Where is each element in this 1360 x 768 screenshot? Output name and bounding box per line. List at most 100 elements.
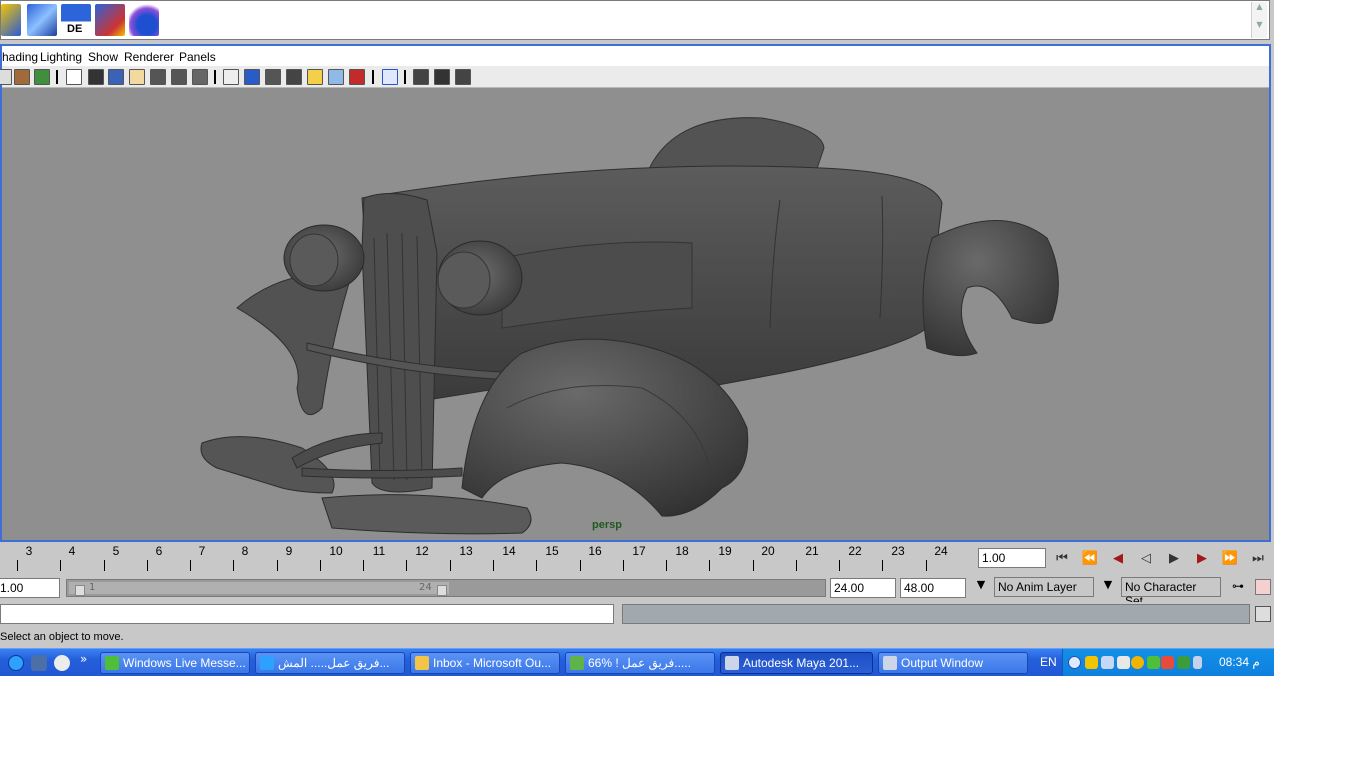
safe-action-icon[interactable]: [171, 69, 187, 85]
task-label: Output Window: [901, 656, 984, 670]
current-time-field[interactable]: [978, 548, 1046, 568]
range-end-field[interactable]: [830, 578, 896, 598]
go-to-end-icon[interactable]: ⏭: [1246, 548, 1270, 570]
tray-messenger-icon[interactable]: [1085, 656, 1098, 669]
task-download-progress[interactable]: 66% ! فريق عمل.....: [565, 652, 715, 674]
task-ie-forum[interactable]: فريق عمل..... المش...: [255, 652, 405, 674]
range-bar[interactable]: 1 24: [69, 582, 449, 596]
play-forwards-icon[interactable]: ▶: [1162, 548, 1186, 570]
step-forward-key-icon[interactable]: ⏩: [1218, 548, 1242, 570]
task-windows-live-messenger[interactable]: Windows Live Messe...: [100, 652, 250, 674]
wireframe-icon[interactable]: [223, 69, 239, 85]
language-indicator[interactable]: EN: [1040, 655, 1057, 669]
xray-icon[interactable]: [382, 69, 398, 85]
tick-label: 13: [459, 544, 473, 558]
resolution-gate-icon[interactable]: [108, 69, 124, 85]
character-set-field[interactable]: No Character Set: [1121, 577, 1221, 608]
textured-icon[interactable]: [286, 69, 302, 85]
scroll-down-icon[interactable]: ▼: [1252, 20, 1267, 38]
windows-taskbar: » Windows Live Messe... فريق عمل..... ال…: [0, 648, 1274, 676]
messenger-icon: [105, 656, 119, 670]
shelf: DE ▲ ▼: [0, 0, 1270, 40]
field-chart-icon[interactable]: [150, 69, 166, 85]
clock[interactable]: 08:34 م: [1219, 655, 1260, 669]
tick-mark: [406, 560, 407, 571]
smooth-shade-icon[interactable]: [244, 69, 260, 85]
step-forward-frame-icon[interactable]: ▶: [1190, 548, 1214, 570]
shelf-scrollbar[interactable]: ▲ ▼: [1251, 2, 1267, 38]
ie-icon: [260, 656, 274, 670]
task-output-window[interactable]: Output Window: [878, 652, 1028, 674]
tray-network-icon[interactable]: [1101, 656, 1114, 669]
tick-label: 3: [25, 544, 33, 558]
desktop-quicklaunch-icon[interactable]: [31, 655, 47, 671]
shadows-icon[interactable]: [328, 69, 344, 85]
bookmark-icon[interactable]: [14, 69, 30, 85]
wireframe-on-shaded-icon[interactable]: [265, 69, 281, 85]
sphere-render-icon[interactable]: [129, 4, 159, 36]
step-back-key-icon[interactable]: ⏪: [1078, 548, 1102, 570]
character-set-dropdown-icon[interactable]: ▼: [1099, 578, 1117, 596]
lights-icon[interactable]: [307, 69, 323, 85]
anim-layer-dropdown-icon[interactable]: ▼: [972, 578, 990, 596]
grid-icon[interactable]: [66, 69, 82, 85]
frame-all-icon[interactable]: [434, 69, 450, 85]
image-plane-icon[interactable]: [34, 69, 50, 85]
task-label: فريق عمل..... المش...: [278, 656, 390, 670]
menu-panels[interactable]: Panels: [179, 50, 216, 64]
camera-attributes-icon[interactable]: [0, 69, 12, 85]
task-label: Autodesk Maya 201...: [743, 656, 860, 670]
tray-mail-icon[interactable]: [1161, 656, 1174, 669]
separator: [214, 70, 216, 84]
range-start-handle[interactable]: [75, 585, 85, 596]
time-slider[interactable]: 3 4 5 6 7 8 9 10 11 12 13 14 15 16 17 18…: [0, 544, 975, 574]
menu-shading[interactable]: hading: [2, 50, 38, 64]
tray-alert-icon[interactable]: [1131, 656, 1144, 669]
command-input[interactable]: [0, 604, 614, 624]
tray-display-icon[interactable]: [1117, 656, 1130, 669]
auto-key-icon[interactable]: ⊶: [1227, 579, 1249, 595]
range-end-handle[interactable]: [437, 585, 447, 596]
tray-volume-icon[interactable]: [1193, 656, 1202, 669]
scroll-up-icon[interactable]: ▲: [1252, 2, 1267, 20]
script-editor-icon[interactable]: [1255, 606, 1271, 622]
menu-lighting[interactable]: Lighting: [40, 50, 82, 64]
de-uv-icon[interactable]: DE: [61, 4, 91, 36]
anim-end-field[interactable]: [900, 578, 966, 598]
hud-icon[interactable]: [413, 69, 429, 85]
anim-layer-field[interactable]: No Anim Layer: [994, 577, 1094, 597]
tray-printer-icon[interactable]: [1177, 656, 1190, 669]
media-quicklaunch-icon[interactable]: [54, 655, 70, 671]
tray-users-icon[interactable]: [1147, 656, 1160, 669]
tray-expand-icon[interactable]: [1068, 656, 1081, 669]
hot-rod-car-model: [200, 117, 1059, 535]
safe-title-icon[interactable]: [192, 69, 208, 85]
task-outlook-inbox[interactable]: Inbox - Microsoft Ou...: [410, 652, 560, 674]
map-icon[interactable]: [27, 4, 57, 36]
isolate-select-icon[interactable]: [349, 69, 365, 85]
help-line: Select an object to move.: [0, 628, 1274, 648]
tick-label: 7: [198, 544, 206, 558]
task-autodesk-maya[interactable]: Autodesk Maya 201...: [720, 652, 873, 674]
panel-toolbar: [0, 66, 1269, 88]
film-gate-icon[interactable]: [88, 69, 104, 85]
tick-mark: [709, 560, 710, 571]
range-start-field[interactable]: [0, 578, 60, 598]
step-back-frame-icon[interactable]: ◀: [1106, 548, 1130, 570]
menu-renderer[interactable]: Renderer: [124, 50, 174, 64]
menu-show[interactable]: Show: [88, 50, 118, 64]
uv-grid-icon[interactable]: [1, 4, 21, 36]
anim-preferences-icon[interactable]: [1255, 579, 1271, 595]
3d-viewport[interactable]: persp: [2, 88, 1269, 540]
camera-tools-icon[interactable]: [455, 69, 471, 85]
go-to-start-icon[interactable]: ⏮: [1050, 548, 1074, 570]
play-backwards-icon[interactable]: ◁: [1134, 548, 1158, 570]
tick-mark: [926, 560, 927, 571]
ie-quicklaunch-icon[interactable]: [8, 655, 24, 671]
tick-mark: [104, 560, 105, 571]
quicklaunch-chevron[interactable]: »: [80, 652, 87, 666]
tick-mark: [277, 560, 278, 571]
select-uv-icon[interactable]: [95, 4, 125, 36]
gate-mask-icon[interactable]: [129, 69, 145, 85]
range-slider[interactable]: 1 24: [66, 579, 826, 597]
